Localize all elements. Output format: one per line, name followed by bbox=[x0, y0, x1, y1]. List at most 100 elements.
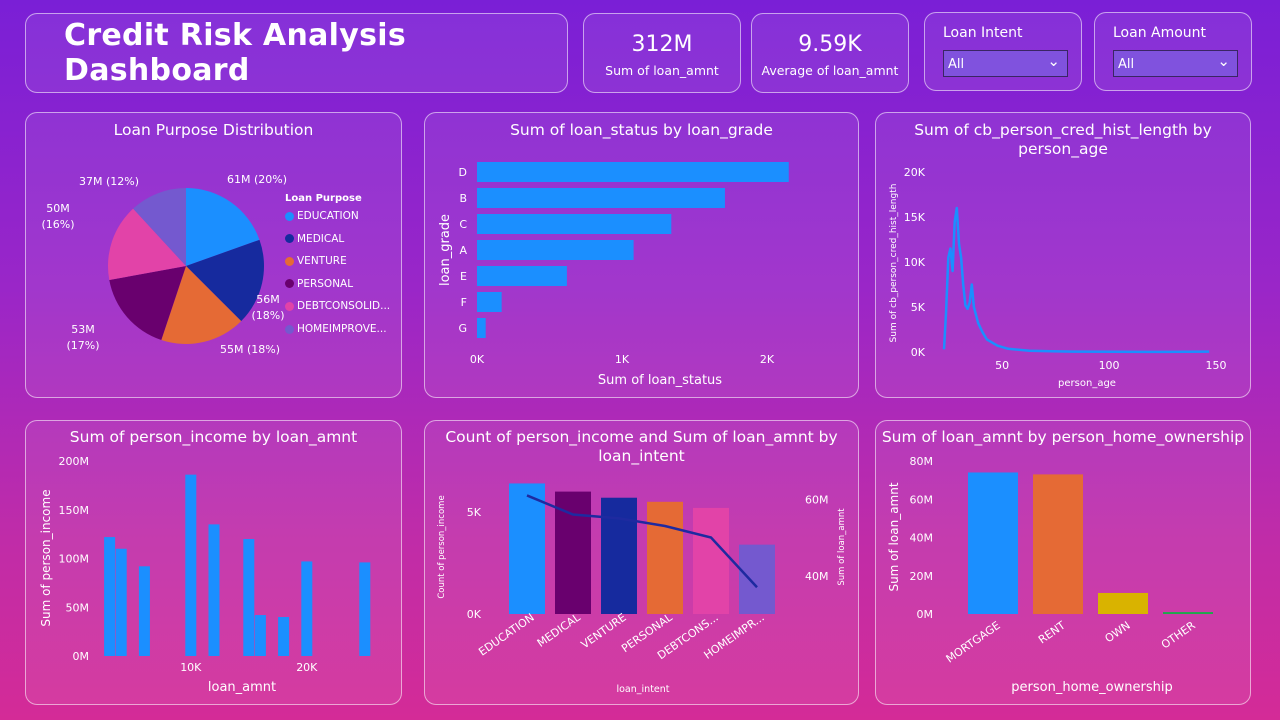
y-tick-label: 15K bbox=[904, 211, 926, 224]
legend-title: Loan Purpose bbox=[285, 193, 362, 204]
y-tick-label: 0K bbox=[911, 346, 926, 359]
y-axis-label: loan_grade bbox=[438, 214, 453, 286]
income-chart-card: Sum of person_income by loan_amnt 0M 50M 1… bbox=[25, 420, 402, 705]
bar bbox=[509, 483, 545, 614]
y-axis-label: Sum of loan_amnt bbox=[887, 482, 901, 591]
bar bbox=[185, 474, 197, 656]
bar bbox=[138, 566, 150, 656]
legend-marker bbox=[285, 279, 294, 289]
bar bbox=[601, 497, 637, 614]
x-tick-label: RENT bbox=[1036, 619, 1068, 647]
y-axis-label: Sum of cb_person_cred_hist_length bbox=[889, 184, 899, 343]
bar bbox=[1163, 612, 1213, 614]
y-tick-label: 20K bbox=[904, 166, 926, 179]
pie-data-label: 55M (18%) bbox=[220, 343, 280, 356]
legend-marker bbox=[285, 256, 294, 266]
kpi-label: Sum of loan_amnt bbox=[605, 63, 719, 78]
y-axis-label: Count of person_income bbox=[437, 495, 447, 598]
chevron-down-icon: ⌄ bbox=[1217, 52, 1230, 70]
x-tick-label: 2K bbox=[760, 353, 775, 366]
legend-label: EDUCATION bbox=[297, 210, 359, 222]
loan-intent-dropdown[interactable]: All ⌄ bbox=[943, 50, 1068, 77]
legend-marker bbox=[285, 301, 294, 311]
y-tick-label: 10K bbox=[904, 256, 926, 269]
intent-combo-chart: EDUCATIONMEDICALVENTUREPERSONALDEBTCONS.… bbox=[437, 483, 847, 695]
x-tick-label: 0K bbox=[470, 353, 485, 366]
line-series bbox=[942, 206, 1210, 354]
cred-hist-line-chart: 0K 5K 10K 15K 20K 50 100 150 person_age Sum of cb… bbox=[889, 166, 1227, 389]
y-tick-label: 0M bbox=[73, 650, 90, 663]
legend-item: HOMEIMPROVE... bbox=[285, 323, 387, 335]
y-tick-label: 50M bbox=[66, 601, 90, 614]
legend-item: EDUCATION bbox=[285, 210, 359, 222]
bar bbox=[968, 472, 1018, 614]
legend-item: PERSONAL bbox=[285, 278, 353, 290]
kpi-avg-loan-amnt: 9.59K Average of loan_amnt bbox=[751, 13, 909, 93]
bar bbox=[278, 617, 290, 656]
y-tick-label: 5K bbox=[911, 301, 926, 314]
bar bbox=[1033, 474, 1083, 614]
y-tick-label: 80M bbox=[910, 455, 934, 468]
bar bbox=[477, 292, 502, 312]
y-tick-label: 0M bbox=[917, 608, 934, 621]
pie-chart-card: Loan Purpose Distribution 61M (20%) 56M (1… bbox=[25, 112, 402, 398]
legend-marker bbox=[285, 324, 294, 334]
x-tick-label: 150 bbox=[1206, 359, 1227, 372]
bar bbox=[208, 524, 220, 656]
pie-data-label: 61M (20%) bbox=[227, 173, 287, 186]
loan-grade-chart-card: Sum of loan_status by loan_grade DBCAEFG… bbox=[424, 112, 859, 398]
x-tick-label: OTHER bbox=[1159, 619, 1198, 652]
y-tick-label: C bbox=[459, 218, 467, 231]
dropdown-value: All bbox=[948, 57, 965, 72]
y-tick-label: A bbox=[459, 244, 467, 257]
kpi-value: 9.59K bbox=[798, 32, 862, 57]
y-right-axis-label: Sum of loan_amnt bbox=[837, 508, 847, 586]
bar bbox=[693, 507, 729, 614]
x-tick-label: 20K bbox=[296, 661, 318, 674]
legend-item: DEBTCONSOLID... bbox=[285, 300, 390, 312]
y-axis-label: Sum of person_income bbox=[39, 489, 53, 626]
legend-label: HOMEIMPROVE... bbox=[297, 323, 387, 335]
y-tick-label: E bbox=[460, 270, 467, 283]
x-tick-label: OWN bbox=[1103, 619, 1133, 646]
chevron-down-icon: ⌄ bbox=[1047, 52, 1060, 70]
home-ownership-bar-chart: 0M 20M 40M 60M 80M MORTGAGE RENT OWN OTHER person… bbox=[887, 455, 1213, 695]
legend-item: MEDICAL bbox=[285, 233, 344, 245]
y-tick-label: F bbox=[461, 296, 467, 309]
bar bbox=[254, 615, 266, 656]
income-bar-chart: 0M 50M 100M 150M 200M 10K 20K loan_amnt Sum of p… bbox=[39, 455, 371, 695]
y-tick-label: 150M bbox=[59, 504, 90, 517]
y-tick-label: 20M bbox=[910, 570, 934, 583]
slicer-loan-amount: Loan Amount All ⌄ bbox=[1094, 12, 1252, 91]
x-axis-label: person_home_ownership bbox=[1011, 680, 1172, 695]
slicer-label: Loan Intent bbox=[943, 25, 1023, 41]
x-tick-label: MEDICAL bbox=[535, 610, 584, 650]
y-tick-label: 5K bbox=[467, 506, 482, 519]
bar bbox=[477, 240, 634, 260]
slicer-loan-intent: Loan Intent All ⌄ bbox=[924, 12, 1082, 91]
page-title: Credit Risk Analysis Dashboard bbox=[64, 18, 406, 88]
pie-data-label: 50M (16%) bbox=[41, 202, 74, 231]
legend-label: PERSONAL bbox=[297, 277, 354, 290]
bar bbox=[477, 214, 672, 234]
home-ownership-chart-card: Sum of loan_amnt by person_home_ownershi… bbox=[875, 420, 1251, 705]
bar bbox=[359, 562, 371, 656]
x-tick-label: MORTGAGE bbox=[944, 619, 1003, 666]
loan-grade-bar-chart: DBCAEFG 0K 1K 2K Sum of loan_status loan_grad… bbox=[438, 162, 789, 388]
bar bbox=[647, 501, 683, 614]
y-tick-label: 100M bbox=[59, 553, 90, 566]
x-axis-label: Sum of loan_status bbox=[598, 373, 722, 388]
pie-data-label: 53M (17%) bbox=[66, 323, 99, 352]
kpi-value: 312M bbox=[631, 32, 693, 57]
x-tick-label: 100 bbox=[1099, 359, 1120, 372]
y-tick-label: 0K bbox=[467, 608, 482, 621]
y-tick-label: 40M bbox=[910, 532, 934, 545]
y-tick-label: D bbox=[459, 166, 467, 179]
legend-marker bbox=[285, 234, 294, 244]
x-tick-label: EDUCATION bbox=[476, 611, 536, 659]
y-tick-label: B bbox=[459, 192, 467, 205]
bar bbox=[739, 544, 775, 614]
loan-amount-dropdown[interactable]: All ⌄ bbox=[1113, 50, 1238, 77]
pie-data-label: 56M (18%) bbox=[251, 293, 284, 322]
legend-item: VENTURE bbox=[285, 255, 347, 267]
